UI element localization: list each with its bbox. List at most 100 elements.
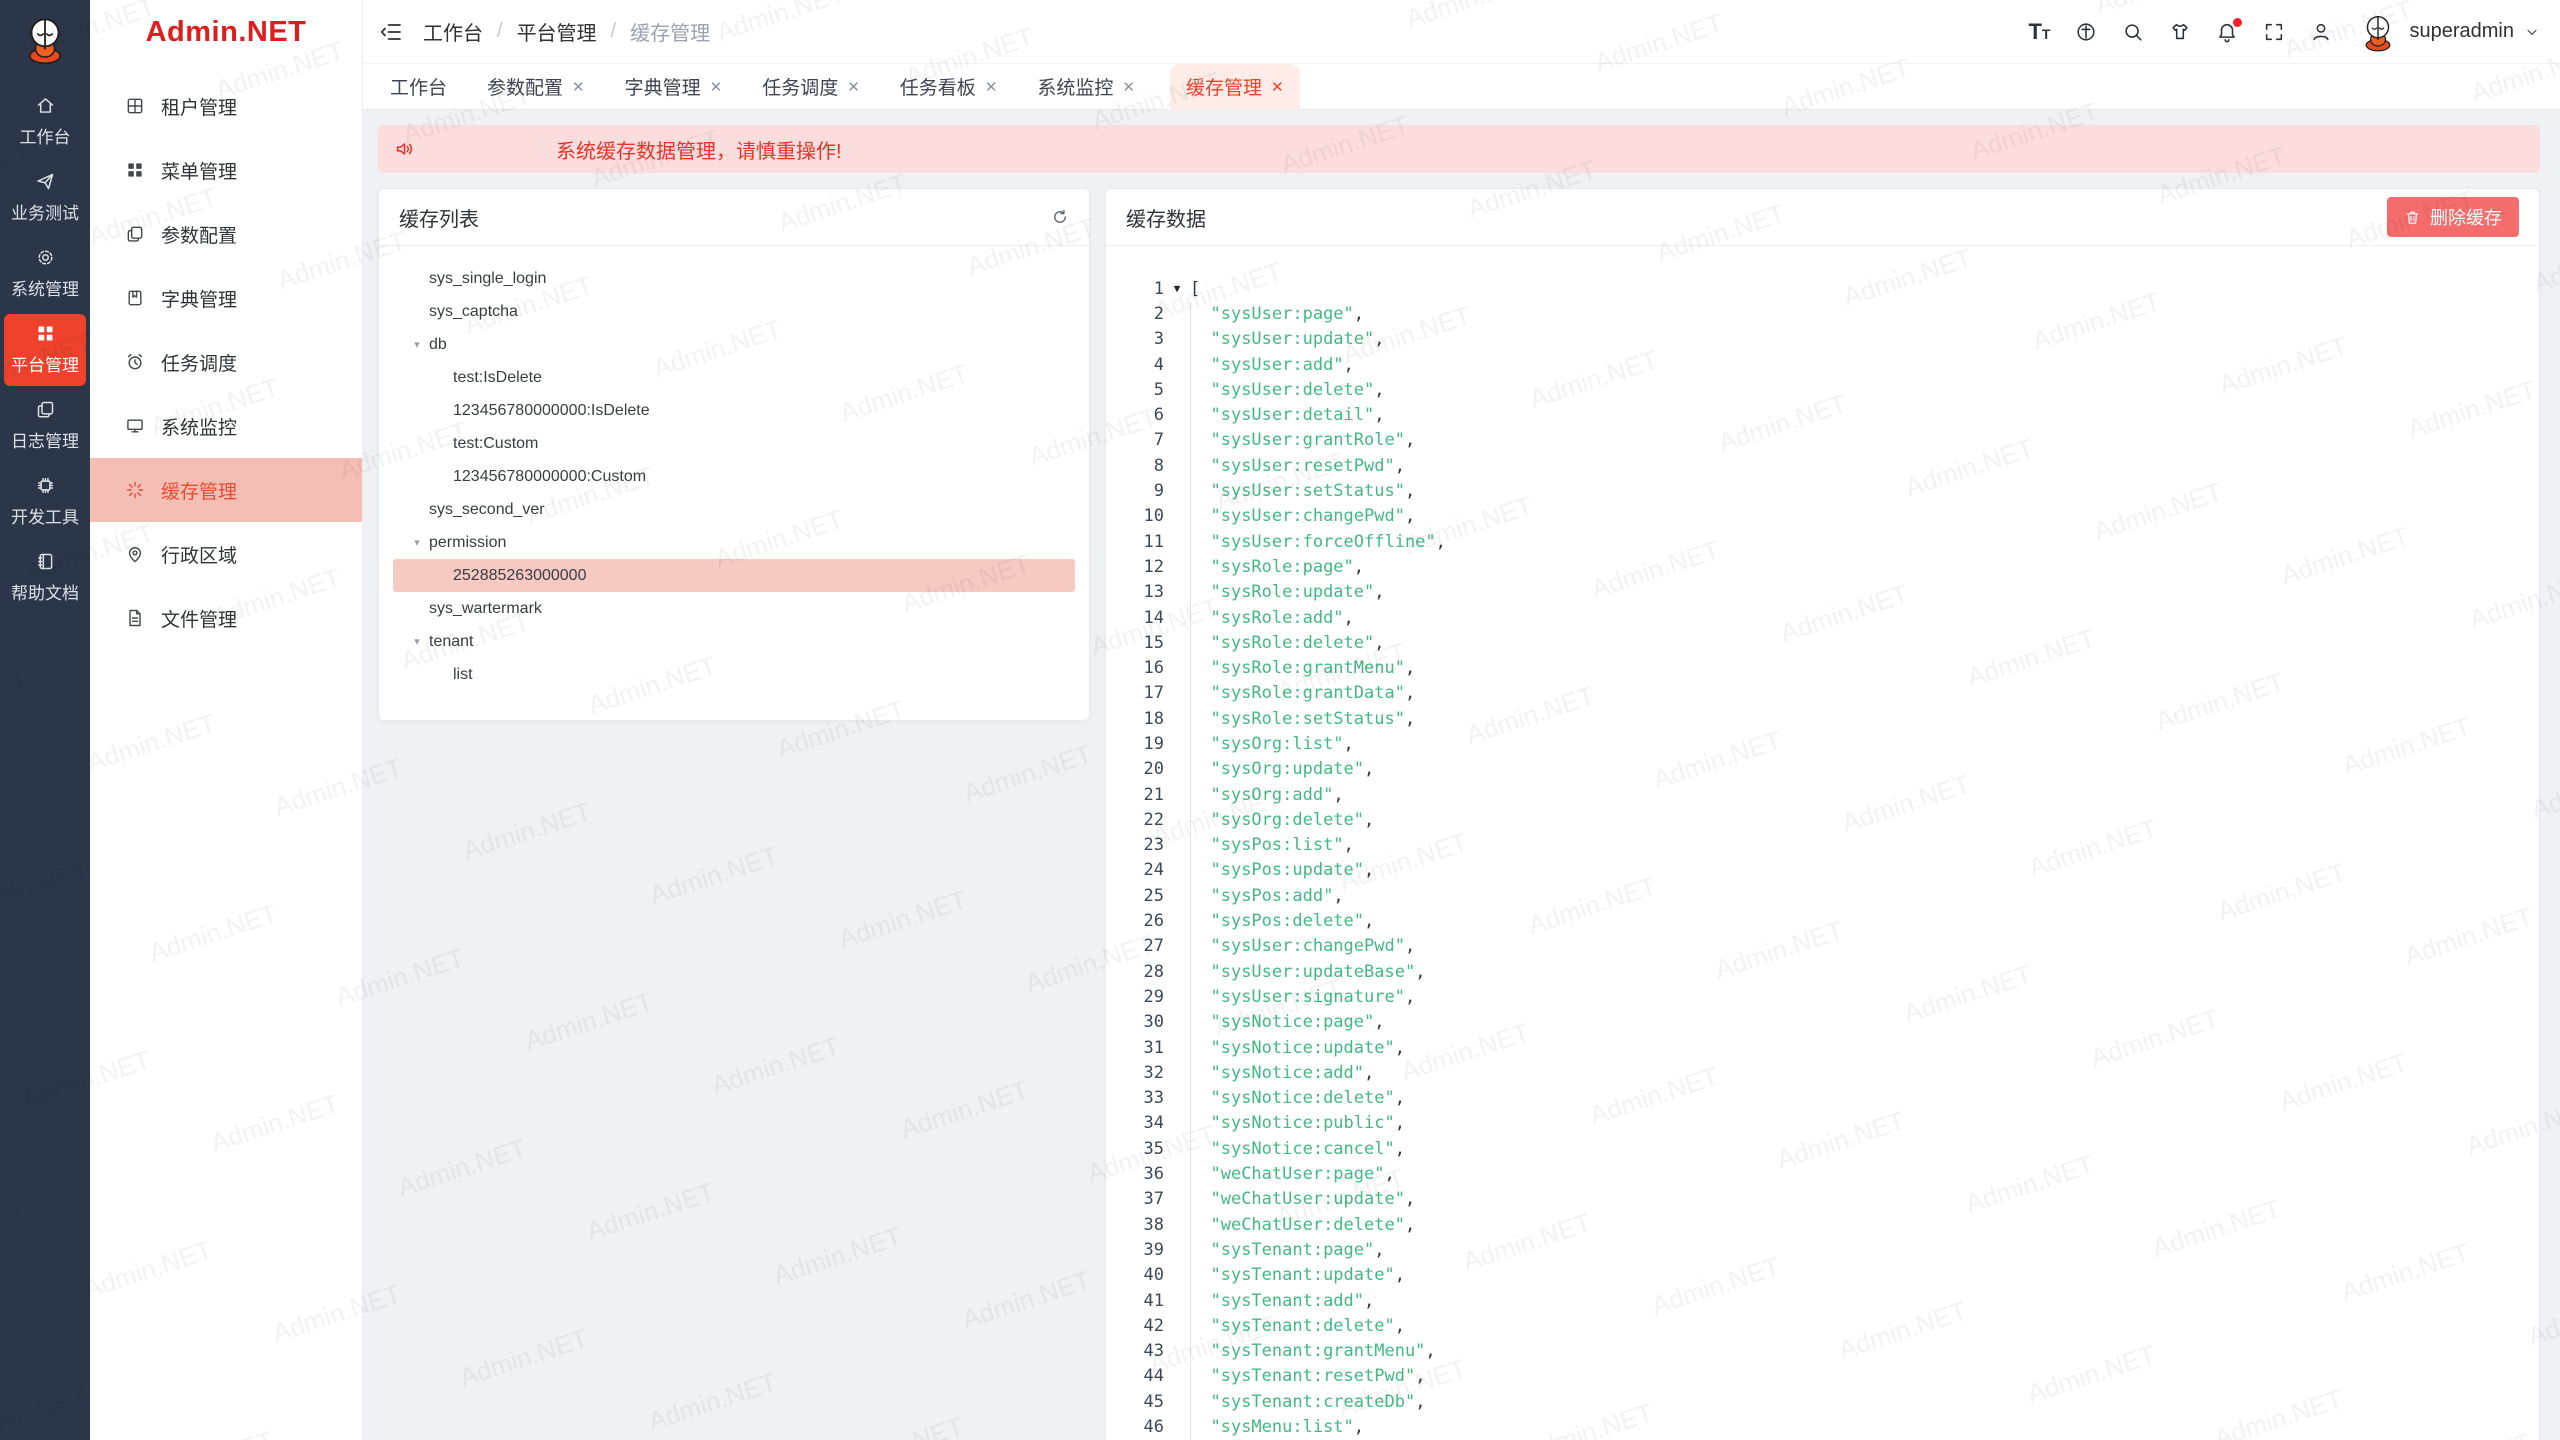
line-number: 27 [1106, 936, 1164, 956]
tree-item[interactable]: sys_second_ver [393, 493, 1075, 526]
line-number: 13 [1106, 582, 1164, 602]
secondary-menu-item[interactable]: 参数配置 [90, 202, 362, 266]
tree-item[interactable]: 123456780000000:IsDelete [393, 394, 1075, 427]
username: superadmin [2409, 20, 2514, 43]
primary-sidebar-item[interactable]: 帮助文档 [4, 542, 86, 614]
tab[interactable]: 任务调度 ✕ [757, 64, 865, 110]
fullscreen-icon[interactable] [2263, 21, 2285, 43]
code-line: 25 "sysPos:add", [1106, 883, 2539, 908]
tab[interactable]: 字典管理 ✕ [620, 64, 728, 110]
breadcrumb-item[interactable]: 平台管理 [517, 17, 597, 46]
tree-item[interactable]: 252885263000000 [393, 559, 1075, 592]
tab[interactable]: 系统监控 ✕ [1032, 64, 1140, 110]
line-number: 5 [1106, 380, 1164, 400]
code-line: 37 "weChatUser:update", [1106, 1187, 2539, 1212]
code-line: 11 "sysUser:forceOffline", [1106, 529, 2539, 554]
tree-item[interactable]: ▾ tenant [393, 625, 1075, 658]
line-number: 8 [1106, 456, 1164, 476]
tab[interactable]: 工作台 [385, 64, 452, 110]
line-number: 12 [1106, 557, 1164, 577]
primary-sidebar-item[interactable]: 系统管理 [4, 238, 86, 310]
delete-cache-button[interactable]: 删除缓存 [2387, 197, 2519, 237]
tab-close-icon[interactable]: ✕ [1271, 78, 1284, 96]
secondary-menu-item[interactable]: 租户管理 [90, 74, 362, 138]
tab-close-icon[interactable]: ✕ [710, 78, 723, 96]
secondary-menu-item-label: 系统监控 [161, 413, 237, 440]
primary-sidebar-item[interactable]: 业务测试 [4, 162, 86, 234]
cache-list-header: 缓存列表 [379, 189, 1089, 246]
secondary-menu-item[interactable]: 行政区域 [90, 522, 362, 586]
secondary-menu-item-label: 文件管理 [161, 605, 237, 632]
tree-item[interactable]: test:IsDelete [393, 361, 1075, 394]
secondary-menu-item[interactable]: 字典管理 [90, 266, 362, 330]
copy-icon [35, 399, 56, 420]
tab-close-icon[interactable]: ✕ [847, 78, 860, 96]
refresh-icon[interactable] [1051, 208, 1069, 226]
tab-close-icon[interactable]: ✕ [1122, 78, 1135, 96]
menu-grid-icon [125, 160, 145, 180]
line-number: 37 [1106, 1189, 1164, 1209]
secondary-menu-item[interactable]: 缓存管理 [90, 458, 362, 522]
tree-item[interactable]: 123456780000000:Custom [393, 460, 1075, 493]
code-line: 34 "sysNotice:public", [1106, 1111, 2539, 1136]
secondary-menu-item[interactable]: 系统监控 [90, 394, 362, 458]
primary-sidebar-item[interactable]: 工作台 [4, 86, 86, 158]
tree-item-label: test:Custom [453, 435, 538, 453]
line-number: 17 [1106, 683, 1164, 703]
tree-item[interactable]: test:Custom [393, 427, 1075, 460]
line-number: 14 [1106, 608, 1164, 628]
font-size-icon[interactable]: TT [2028, 21, 2050, 43]
tree-item[interactable]: list [393, 658, 1075, 691]
tree-item[interactable]: ▾ db [393, 328, 1075, 361]
user-icon[interactable] [2310, 21, 2332, 43]
primary-sidebar-item[interactable]: 日志管理 [4, 390, 86, 462]
tree-item-label: db [429, 336, 447, 354]
primary-sidebar-item[interactable]: 平台管理 [4, 314, 86, 386]
tenant-icon [125, 96, 145, 116]
search-icon[interactable] [2122, 21, 2144, 43]
line-number: 1 [1106, 279, 1164, 299]
theme-icon[interactable] [2169, 21, 2191, 43]
secondary-menu-item[interactable]: 文件管理 [90, 586, 362, 650]
tree-caret-icon[interactable]: ▾ [411, 635, 423, 648]
collapse-menu-icon[interactable] [379, 20, 403, 44]
secondary-menu-item-label: 缓存管理 [161, 477, 237, 504]
tree-item[interactable]: sys_wartermark [393, 592, 1075, 625]
line-number: 28 [1106, 962, 1164, 982]
tab[interactable]: 任务看板 ✕ [895, 64, 1003, 110]
tree-item-label: tenant [429, 633, 473, 651]
line-number: 39 [1106, 1240, 1164, 1260]
tree-item[interactable]: ▾ permission [393, 526, 1075, 559]
primary-sidebar-item-label: 帮助文档 [11, 579, 79, 604]
breadcrumb-item[interactable]: 工作台 [423, 17, 483, 46]
tree-caret-icon[interactable]: ▾ [411, 536, 423, 549]
tree-caret-icon[interactable]: ▾ [411, 338, 423, 351]
code-line: 46 "sysMenu:list", [1106, 1414, 2539, 1439]
code-line: 41 "sysTenant:add", [1106, 1288, 2539, 1313]
user-menu[interactable]: superadmin [2357, 11, 2540, 53]
tab-close-icon[interactable]: ✕ [572, 78, 585, 96]
code-line: 18 "sysRole:setStatus", [1106, 706, 2539, 731]
primary-sidebar-item[interactable]: 开发工具 [4, 466, 86, 538]
tab[interactable]: 缓存管理 ✕ [1170, 64, 1300, 110]
notification-bell-icon[interactable] [2216, 21, 2238, 43]
primary-sidebar-item-label: 系统管理 [11, 275, 79, 300]
tab-label: 工作台 [390, 73, 447, 100]
alert-text: 系统缓存数据管理，请慎重操作! [556, 135, 842, 164]
secondary-menu-item-label: 参数配置 [161, 221, 237, 248]
code-line: 43 "sysTenant:grantMenu", [1106, 1338, 2539, 1363]
tree-item[interactable]: sys_single_login [393, 262, 1075, 295]
code-line: 22 "sysOrg:delete", [1106, 807, 2539, 832]
speaker-icon [394, 138, 416, 160]
brand-mascot-logo[interactable] [18, 12, 72, 66]
secondary-menu-item[interactable]: 菜单管理 [90, 138, 362, 202]
tree-item[interactable]: sys_captcha [393, 295, 1075, 328]
brand-logo-text: Admin.NET [90, 0, 362, 64]
cache-data-title: 缓存数据 [1126, 203, 1206, 232]
secondary-menu-item[interactable]: 任务调度 [90, 330, 362, 394]
tab[interactable]: 参数配置 ✕ [482, 64, 590, 110]
tab-close-icon[interactable]: ✕ [985, 78, 998, 96]
json-viewer[interactable]: 1 ▼ [ 2 "sysUser:page", 3 "sysUser:updat… [1106, 246, 2539, 1440]
language-icon[interactable] [2075, 21, 2097, 43]
line-number: 36 [1106, 1164, 1164, 1184]
